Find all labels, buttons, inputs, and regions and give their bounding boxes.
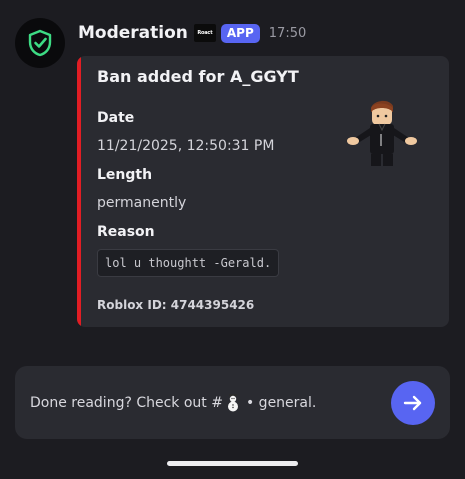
arrow-right-icon: [403, 395, 422, 411]
field-name-length: Length: [97, 167, 153, 183]
channel-name[interactable]: • general.: [246, 395, 316, 411]
embed-accent-bar: [77, 56, 81, 327]
field-name-date: Date: [97, 110, 135, 126]
bot-avatar[interactable]: [15, 18, 65, 68]
server-tag-badge[interactable]: Roact: [193, 24, 216, 42]
bot-message: Moderation Roact APP 17:50 Ban added for…: [0, 0, 465, 340]
field-value-length: permanently: [97, 195, 187, 211]
home-indicator[interactable]: [167, 461, 298, 466]
read-prompt-bar[interactable]: Done reading? Check out # • general.: [15, 366, 450, 439]
message-header: Moderation Roact APP 17:50: [78, 20, 306, 46]
roblox-avatar-icon[interactable]: [343, 96, 423, 168]
go-to-channel-button[interactable]: [391, 381, 435, 425]
field-value-date: 11/21/2025, 12:50:31 PM: [97, 138, 275, 154]
snowman-icon: [227, 394, 238, 412]
embed-card: Ban added for A_GGYT Date 11/21/2025, 12…: [77, 56, 449, 327]
author-name[interactable]: Moderation: [78, 23, 188, 43]
shield-check-icon: [28, 29, 52, 57]
embed-title: Ban added for A_GGYT: [97, 67, 299, 86]
field-value-reason: lol u thoughtt -Gerald.: [97, 249, 280, 277]
app-badge: APP: [220, 23, 260, 43]
embed-footer: Roblox ID: 4744395426: [97, 298, 255, 312]
read-prompt-text: Done reading? Check out # • general.: [30, 394, 316, 412]
message-timestamp: 17:50: [268, 25, 307, 41]
field-name-reason: Reason: [97, 224, 155, 240]
prompt-prefix: Done reading? Check out #: [30, 395, 223, 411]
